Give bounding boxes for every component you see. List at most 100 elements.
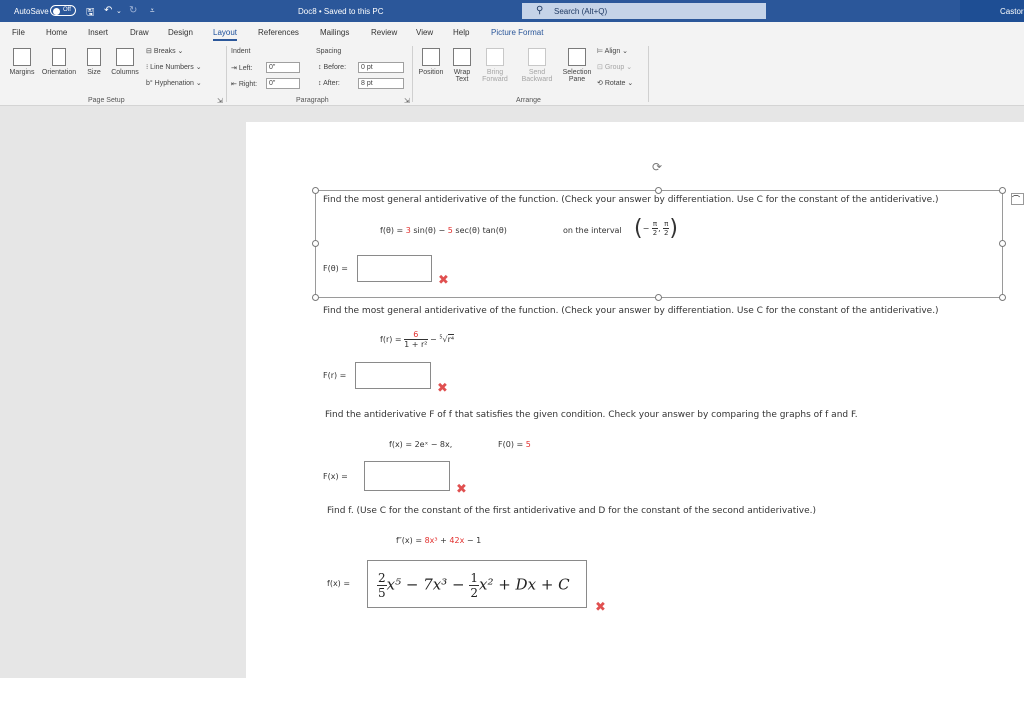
- tab-design[interactable]: Design: [168, 28, 193, 37]
- q1-function: f(θ) = 3 sin(θ) − 5 sec(θ) tan(θ): [380, 226, 507, 235]
- q3-incorrect-icon: ✖: [456, 482, 467, 497]
- bring-forward-button[interactable]: Bring Forward: [477, 48, 513, 83]
- resize-handle[interactable]: [655, 187, 662, 194]
- q3-function: f(x) = 2eˣ − 8x,: [389, 440, 453, 449]
- indent-left-label: ⇥ Left:: [231, 65, 253, 72]
- resize-handle[interactable]: [999, 240, 1006, 247]
- align-button[interactable]: ⊨ Align ⌄: [597, 47, 628, 55]
- size-icon: [87, 48, 101, 66]
- tab-insert[interactable]: Insert: [88, 28, 108, 37]
- tab-review[interactable]: Review: [371, 28, 397, 37]
- q4-answer-value: 2 5 x⁵ − 7x³ − 1 2 x² + Dx + C: [377, 571, 570, 600]
- selection-pane-icon: [568, 48, 586, 66]
- tab-draw[interactable]: Draw: [130, 28, 149, 37]
- q1-incorrect-icon: ✖: [438, 273, 449, 288]
- spacing-after-label: ↕ After:: [318, 80, 340, 87]
- undo-dropdown-icon[interactable]: ⌄: [116, 7, 122, 15]
- q1-prompt: Find the most general antiderivative of …: [323, 195, 939, 205]
- rotate-button[interactable]: ⟲ Rotate ⌄: [597, 79, 633, 87]
- search-placeholder: Search (Alt+Q): [554, 7, 608, 16]
- q4-answer-input[interactable]: 2 5 x⁵ − 7x³ − 1 2 x² + Dx + C: [367, 560, 587, 608]
- document-title[interactable]: Doc8 • Saved to this PC: [298, 7, 384, 16]
- q2-answer-label: F(r) =: [323, 371, 347, 380]
- ribbon: Margins Orientation Size Columns ⊟ Break…: [0, 42, 1024, 106]
- bring-forward-icon: [486, 48, 504, 66]
- resize-handle[interactable]: [312, 187, 319, 194]
- tab-layout[interactable]: Layout: [213, 28, 238, 41]
- page-setup-launcher-icon[interactable]: ⇲: [217, 97, 223, 105]
- tab-file[interactable]: File: [12, 28, 25, 37]
- indent-left-input[interactable]: 0": [266, 62, 300, 73]
- q4-incorrect-icon: ✖: [595, 600, 606, 615]
- line-numbers-button[interactable]: ⁝ Line Numbers ⌄: [146, 63, 202, 71]
- q2-incorrect-icon: ✖: [437, 381, 448, 396]
- q4-answer-label: f(x) =: [327, 579, 351, 588]
- customize-qat-icon[interactable]: ⩡: [150, 6, 155, 16]
- search-box[interactable]: ⚲ Search (Alt+Q): [522, 3, 766, 19]
- account-area[interactable]: Castor: [960, 0, 1024, 22]
- tab-home[interactable]: Home: [46, 28, 67, 37]
- tab-mailings[interactable]: Mailings: [320, 28, 349, 37]
- autosave-label: AutoSave: [14, 7, 49, 16]
- paragraph-group-label: Paragraph: [296, 97, 329, 104]
- q3-prompt: Find the antiderivative F of f that sati…: [325, 410, 858, 420]
- resize-handle[interactable]: [312, 294, 319, 301]
- q2-function: f(r) = 61 + r² − 5√r⁴: [380, 330, 455, 349]
- margins-icon: [13, 48, 31, 66]
- arrange-group-label: Arrange: [516, 97, 541, 104]
- q2-prompt: Find the most general antiderivative of …: [323, 306, 939, 316]
- status-area: [0, 678, 1024, 704]
- tab-view[interactable]: View: [416, 28, 433, 37]
- redo-icon[interactable]: ↻: [129, 5, 137, 16]
- margins-button[interactable]: Margins: [6, 48, 38, 76]
- title-bar: AutoSave Off 🖫 ↶ ⌄ ↻ ⩡ Doc8 • Saved to t…: [0, 0, 1024, 22]
- q4-function: f″(x) = 8x³ + 42x − 1: [396, 536, 482, 545]
- resize-handle[interactable]: [999, 294, 1006, 301]
- orientation-button[interactable]: Orientation: [38, 48, 80, 76]
- indent-right-input[interactable]: 0": [266, 78, 300, 89]
- resize-handle[interactable]: [655, 294, 662, 301]
- layout-options-icon[interactable]: ⌒: [1011, 193, 1024, 205]
- columns-button[interactable]: Columns: [108, 48, 142, 76]
- spacing-label: Spacing: [316, 48, 342, 55]
- q2-answer-input[interactable]: [355, 362, 431, 389]
- position-button[interactable]: Position: [416, 48, 446, 76]
- q3-condition: F(0) = 5: [498, 440, 531, 449]
- indent-right-label: ⇤ Right:: [231, 81, 258, 88]
- wrap-text-button[interactable]: Wrap Text: [449, 48, 475, 83]
- tab-picture-format[interactable]: Picture Format: [491, 28, 543, 37]
- paragraph-launcher-icon[interactable]: ⇲: [404, 97, 410, 105]
- send-backward-icon: [528, 48, 546, 66]
- breaks-button[interactable]: ⊟ Breaks ⌄: [146, 47, 183, 55]
- size-button[interactable]: Size: [84, 48, 104, 76]
- tab-references[interactable]: References: [258, 28, 299, 37]
- q3-answer-input[interactable]: [364, 461, 450, 491]
- spacing-before-label: ↕ Before:: [318, 64, 347, 71]
- divider: [412, 46, 413, 102]
- columns-icon: [116, 48, 134, 66]
- selection-pane-button[interactable]: Selection Pane: [560, 48, 594, 83]
- user-name: Castor: [1000, 7, 1024, 16]
- save-icon[interactable]: 🖫: [86, 5, 95, 22]
- autosave-toggle[interactable]: Off: [50, 5, 76, 16]
- search-icon: ⚲: [536, 5, 544, 16]
- tab-help[interactable]: Help: [453, 28, 469, 37]
- spacing-after-input[interactable]: 8 pt: [358, 78, 404, 89]
- hyphenation-button[interactable]: b° Hyphenation ⌄: [146, 79, 202, 87]
- divider: [648, 46, 649, 102]
- spacing-before-input[interactable]: 0 pt: [358, 62, 404, 73]
- resize-handle[interactable]: [312, 240, 319, 247]
- rotate-handle-icon[interactable]: ⟳: [652, 160, 662, 174]
- indent-label: Indent: [231, 48, 251, 55]
- q3-answer-label: F(x) =: [323, 472, 348, 481]
- resize-handle[interactable]: [999, 187, 1006, 194]
- q1-answer-input[interactable]: [357, 255, 432, 282]
- orientation-icon: [52, 48, 66, 66]
- undo-icon[interactable]: ↶: [104, 5, 112, 16]
- ribbon-tabs: File Home Insert Draw Design Layout Refe…: [0, 22, 1024, 42]
- send-backward-button[interactable]: Send Backward: [516, 48, 558, 83]
- q1-interval: (− π2, π 2): [634, 216, 678, 241]
- group-button[interactable]: ⊡ Group ⌄: [597, 63, 632, 71]
- wrap-text-icon: [453, 48, 471, 66]
- q1-interval-label: on the interval: [563, 226, 622, 235]
